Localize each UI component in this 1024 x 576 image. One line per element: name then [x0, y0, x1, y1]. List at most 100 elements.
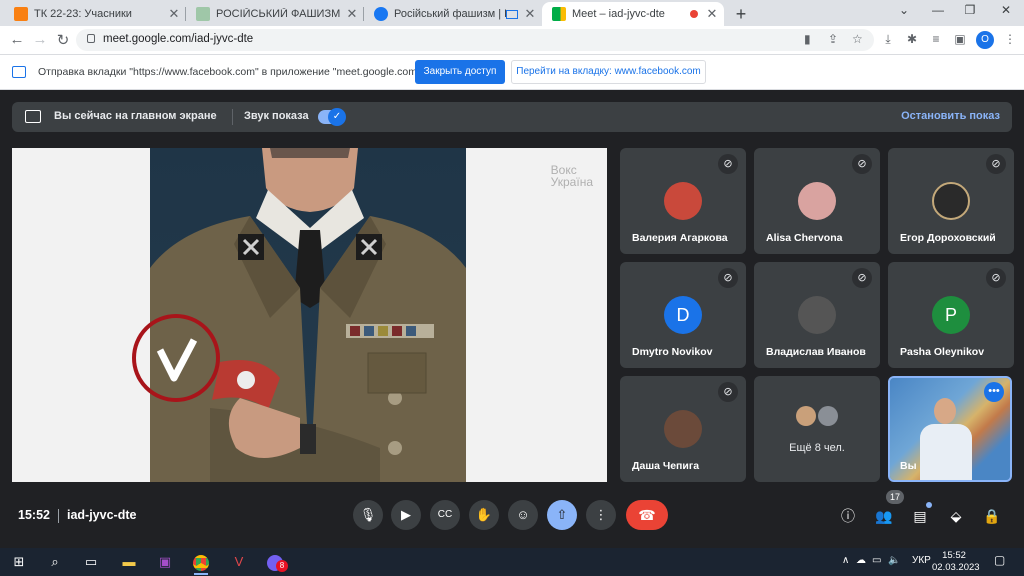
people-button[interactable]: 👥: [874, 506, 894, 526]
captions-icon: CC: [437, 509, 453, 520]
tab-title: ТК 22-23: Учасники: [34, 8, 132, 20]
network-icon[interactable]: ▭: [872, 555, 881, 566]
stop-presenting-button[interactable]: Остановить показ: [901, 110, 1000, 122]
more-options-button[interactable]: •••: [984, 382, 1004, 402]
avatar: D: [664, 296, 702, 334]
participant-tile[interactable]: ⊘ Валерия Агаркова: [620, 148, 746, 254]
tab-moodle[interactable]: ТК 22-23: Учасники ✕: [4, 2, 186, 26]
chrome-taskbar-button[interactable]: [190, 552, 212, 575]
language-indicator[interactable]: УКР: [912, 555, 931, 566]
mic-off-icon: ⊘: [852, 154, 872, 174]
address-bar[interactable]: meet.google.com/iad-jyvc-dte ▮ ⇪ ☆: [76, 29, 874, 51]
captions-button[interactable]: CC: [430, 500, 460, 530]
share-audio-toggle[interactable]: ✓: [318, 108, 346, 126]
emoji-icon: ☺: [516, 507, 530, 522]
vivaldi-taskbar-button[interactable]: V: [228, 552, 250, 572]
lock-person-icon: 🔒: [983, 508, 1001, 524]
profile-avatar[interactable]: O: [976, 31, 994, 49]
avatar: [932, 182, 970, 220]
share-audio-label: Звук показа: [244, 110, 309, 122]
cloud-icon[interactable]: ☁: [856, 555, 866, 566]
back-button[interactable]: ←: [8, 31, 26, 48]
participant-count-badge: 17: [886, 490, 905, 504]
viber-taskbar-button[interactable]: 8: [264, 552, 288, 572]
media-control-icon[interactable]: ≡: [928, 32, 944, 46]
mic-off-icon: ⊘: [718, 268, 738, 288]
camera-icon[interactable]: ▮: [804, 32, 811, 46]
extensions-icon[interactable]: ✱: [904, 32, 920, 46]
tab-meet[interactable]: Meet – iad-jyvc-dte ✕: [542, 2, 724, 26]
close-tab-icon[interactable]: ✕: [704, 6, 720, 22]
mic-off-icon: ⊘: [718, 154, 738, 174]
leave-call-button[interactable]: ☎: [626, 500, 668, 530]
notifications-icon[interactable]: ▢: [994, 553, 1005, 567]
shapes-icon: ⬙: [950, 508, 962, 524]
meeting-details-button[interactable]: ⓘ: [838, 506, 858, 526]
participant-tile[interactable]: ⊘ P Pasha Oleynikov: [888, 262, 1014, 368]
side-panel-icon[interactable]: ▣: [952, 32, 968, 46]
switch-to-tab-button[interactable]: Перейти на вкладку: www.facebook.com: [511, 60, 706, 84]
host-controls-button[interactable]: 🔒: [982, 506, 1002, 526]
windows-logo-icon: ⊞: [13, 554, 25, 569]
present-screen-icon: ⇧: [556, 507, 568, 522]
forward-button[interactable]: →: [31, 31, 49, 48]
lock-icon[interactable]: [87, 34, 95, 43]
close-tab-icon[interactable]: ✕: [522, 6, 538, 22]
chat-button[interactable]: ▤: [910, 506, 930, 526]
search-button[interactable]: ⌕: [44, 552, 66, 572]
participant-tile[interactable]: ⊘ Даша Чепига: [620, 376, 746, 482]
volume-icon[interactable]: 🔈: [888, 555, 900, 566]
people-icon: 👥: [875, 508, 893, 524]
more-participants-tile[interactable]: Ещё 8 чел.: [754, 376, 880, 482]
show-hidden-icons-button[interactable]: ∧: [842, 555, 849, 566]
self-video-shirt: [920, 424, 972, 480]
url-text[interactable]: meet.google.com/iad-jyvc-dte: [103, 33, 253, 45]
kebab-icon: ⋮: [594, 507, 608, 522]
minimize-button[interactable]: —: [926, 3, 950, 17]
checkmark-circle-annotation: [132, 314, 220, 402]
tab-fascism-doc[interactable]: РОСІЙСЬКИЙ ФАШИЗМ ✕: [186, 2, 364, 26]
participant-tile[interactable]: ⊘ D Dmytro Novikov: [620, 262, 746, 368]
more-participants-label: Ещё 8 чел.: [789, 442, 845, 454]
self-view-tile[interactable]: ••• Вы: [888, 376, 1012, 482]
tab-facebook[interactable]: Російський фашизм | Росій ✕: [364, 2, 542, 26]
activities-button[interactable]: ⬙: [946, 506, 966, 526]
share-icon[interactable]: ⇪: [828, 32, 838, 46]
close-window-button[interactable]: ✕: [994, 3, 1018, 17]
system-clock[interactable]: 15:52 02.03.2023: [932, 550, 980, 574]
camera-button[interactable]: ▶: [391, 500, 421, 530]
phone-hangup-icon: ☎: [638, 507, 656, 523]
watermark-line: Україна: [550, 175, 593, 189]
folder-icon: ▬: [122, 554, 136, 569]
close-tab-icon[interactable]: ✕: [344, 6, 360, 22]
tab-sharing-infobar: Отправка вкладки "https://www.facebook.c…: [0, 54, 1024, 90]
floppy-app-button[interactable]: ▣: [154, 552, 176, 572]
download-icon[interactable]: ⤓: [880, 32, 896, 47]
self-label: Вы: [900, 460, 917, 472]
participant-name: Даша Чепига: [632, 460, 700, 472]
bookmark-star-icon[interactable]: ☆: [852, 32, 863, 46]
hand-icon: ✋: [475, 507, 493, 522]
participant-tile[interactable]: ⊘ Alisa Chervona: [754, 148, 880, 254]
windows-taskbar: ⊞ ⌕ ▭ ▬ ▣ V 8 ∧ ☁ ▭ 🔈 УКР 15:52 02.03.20…: [0, 548, 1024, 576]
menu-kebab-icon[interactable]: ⋮: [1002, 32, 1018, 46]
reload-button[interactable]: ↻: [54, 31, 72, 49]
raise-hand-button[interactable]: ✋: [469, 500, 499, 530]
avatar: [796, 406, 816, 426]
new-tab-button[interactable]: +: [732, 4, 750, 25]
tab-search-icon[interactable]: ⌄: [892, 3, 916, 17]
task-view-button[interactable]: ▭: [80, 552, 102, 572]
viber-badge: 8: [276, 560, 288, 572]
more-options-button[interactable]: ⋮: [586, 500, 616, 530]
close-tab-icon[interactable]: ✕: [166, 6, 182, 22]
file-explorer-button[interactable]: ▬: [118, 552, 140, 572]
mic-button[interactable]: 🎙: [353, 500, 383, 530]
video-camera-icon: ▶: [401, 507, 411, 522]
present-button[interactable]: ⇧: [547, 500, 577, 530]
stop-sharing-button[interactable]: Закрыть доступ: [415, 60, 505, 84]
restore-button[interactable]: ❐: [958, 3, 982, 17]
reactions-button[interactable]: ☺: [508, 500, 538, 530]
participant-tile[interactable]: ⊘ Владислав Иванов: [754, 262, 880, 368]
participant-tile[interactable]: ⊘ Егор Дороховский: [888, 148, 1014, 254]
windows-start-button[interactable]: ⊞: [8, 552, 30, 572]
